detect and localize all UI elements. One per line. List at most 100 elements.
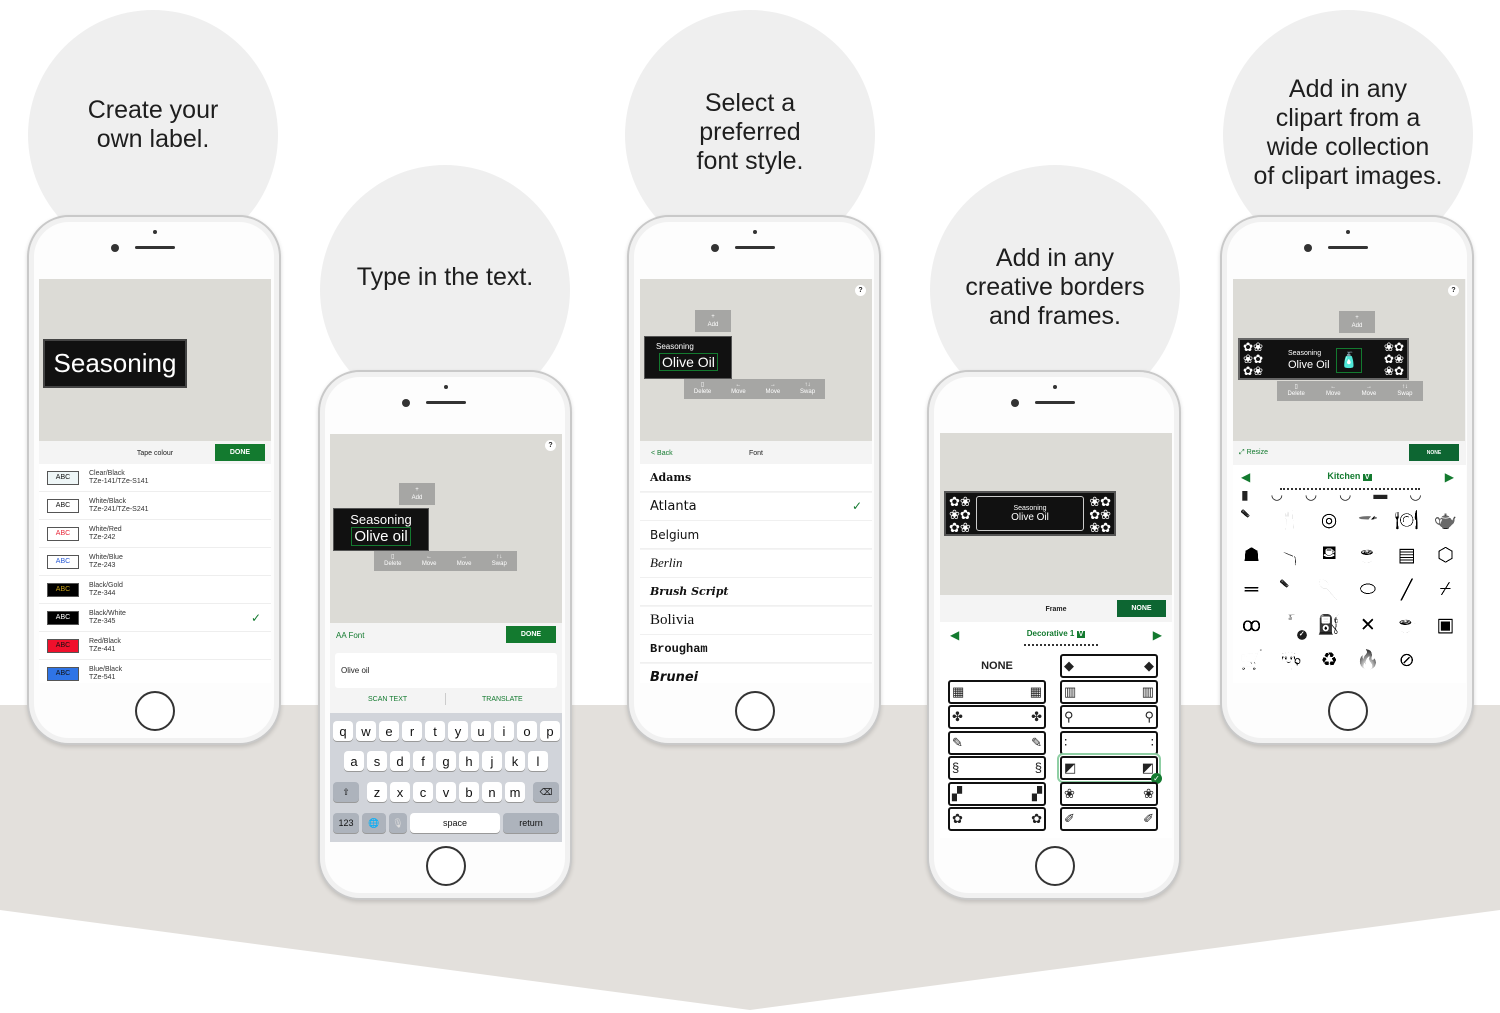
font-option[interactable]: Atlanta ✓ — [640, 492, 872, 521]
chopsticks-icon[interactable]: ═ — [1233, 573, 1271, 608]
swap-button[interactable]: ↑↓ Swap — [1397, 384, 1412, 398]
move-right-button[interactable]: → Move — [457, 554, 472, 568]
key-a[interactable]: a — [344, 751, 364, 771]
move-left-button[interactable]: ← Move — [1326, 384, 1341, 398]
key-e[interactable]: e — [379, 721, 399, 741]
home-button[interactable] — [1035, 846, 1075, 886]
font-option[interactable]: Belgium — [640, 521, 872, 549]
hot-cup-icon[interactable]: ☕ — [1388, 608, 1427, 643]
mug-icon[interactable]: ▣ — [1427, 608, 1465, 643]
frame-option[interactable]: ✐ ✐ — [1060, 807, 1158, 831]
key-w[interactable]: w — [356, 721, 376, 741]
tape-option[interactable]: ABC Clear/Black TZe-141/TZe-S141 — [39, 464, 271, 492]
globe-key[interactable]: 🌐 — [362, 813, 386, 833]
cart-icon[interactable]: 🛒 — [1233, 643, 1271, 678]
key-q[interactable]: q — [333, 721, 353, 741]
home-button[interactable] — [135, 691, 175, 731]
recycle-icon[interactable]: ♻ — [1310, 643, 1349, 678]
key-r[interactable]: r — [402, 721, 422, 741]
key-l[interactable]: l — [528, 751, 548, 771]
bottles-icon[interactable]: 🧴 ✓ — [1271, 608, 1310, 643]
measuring-cup-icon[interactable]: ⛽ — [1310, 608, 1349, 643]
box-icon[interactable]: ⬡ — [1427, 538, 1465, 573]
key-x[interactable]: x — [390, 782, 410, 802]
add-button[interactable]: + Add — [695, 310, 731, 332]
key-s[interactable]: s — [367, 751, 387, 771]
label-preview[interactable]: Seasoning — [43, 339, 187, 388]
tape-option[interactable]: ABC Red/Black TZe-441 — [39, 632, 271, 660]
frame-option[interactable]: § § — [948, 756, 1046, 780]
frame-option[interactable]: ✤ ✤ — [948, 705, 1046, 729]
key-h[interactable]: h — [459, 751, 479, 771]
move-right-button[interactable]: → Move — [766, 382, 781, 396]
delete-button[interactable]: ▯ Delete — [1288, 384, 1305, 398]
add-button[interactable]: + Add — [399, 483, 435, 505]
help-button[interactable]: ? — [1448, 285, 1459, 296]
frame-option[interactable]: ▞ ▞ — [948, 781, 1046, 806]
spatula-knife-icon[interactable]: ╱ — [1388, 573, 1427, 608]
frame-option[interactable]: ⚲ ⚲ — [1060, 705, 1158, 729]
font-option[interactable]: Bolivia — [640, 606, 872, 635]
label-preview[interactable]: Seasoning Olive Oil — [644, 336, 732, 379]
pitcher-icon[interactable]: 🫗 — [1271, 538, 1310, 573]
frame-option[interactable]: ▦ ▦ — [948, 679, 1046, 704]
tape-option[interactable]: ABC Blue/Black TZe-541 — [39, 660, 271, 683]
tape-option[interactable]: ABC White/Blue TZe-243 — [39, 548, 271, 576]
key-m[interactable]: m — [505, 782, 525, 802]
resize-button[interactable]: ⤢ Resize — [1239, 449, 1268, 457]
whisk-bowl-icon[interactable]: 🥣 — [1349, 503, 1388, 538]
key-u[interactable]: u — [471, 721, 491, 741]
tape-option[interactable]: ABC Black/Gold TZe-344 — [39, 576, 271, 604]
swap-button[interactable]: ↑↓ Swap — [492, 554, 507, 568]
teapot-solid-icon[interactable]: ☗ — [1233, 538, 1271, 573]
teacup-icon[interactable]: ☕ — [1349, 538, 1388, 573]
plates-icon[interactable]: ◎ — [1310, 503, 1349, 538]
shift-key[interactable]: ⇧ — [333, 782, 359, 802]
label-line-2[interactable]: Olive oil — [351, 527, 411, 546]
font-option[interactable]: Brougham — [640, 635, 872, 663]
help-button[interactable]: ? — [855, 285, 866, 296]
label-line-2[interactable]: Olive Oil — [659, 353, 718, 371]
move-left-button[interactable]: ← Move — [731, 382, 746, 396]
key-i[interactable]: i — [494, 721, 514, 741]
frame-none-option[interactable]: NONE — [948, 660, 1046, 672]
key-c[interactable]: c — [413, 782, 433, 802]
place-setting-icon[interactable]: 🍽 — [1388, 503, 1427, 538]
key-f[interactable]: f — [413, 751, 433, 771]
chef-hat-icon[interactable]: 👨‍🍳 — [1271, 643, 1310, 678]
dish-icon[interactable]: ⬭ — [1349, 573, 1388, 608]
ladle-icon[interactable]: 🥄 — [1310, 573, 1349, 608]
key-t[interactable]: t — [425, 721, 445, 741]
flame-icon[interactable]: 🔥 — [1349, 643, 1388, 678]
key-z[interactable]: z — [367, 782, 387, 802]
frame-option[interactable]: ✿ ✿ — [948, 807, 1046, 831]
delete-button[interactable]: ▯ Delete — [694, 382, 711, 396]
steamer-icon[interactable]: ▤ — [1388, 538, 1427, 573]
kettle-icon[interactable]: ⛾ — [1310, 538, 1349, 573]
spatula-icon[interactable]: ⌿ — [1427, 573, 1465, 608]
font-option[interactable]: Brunei — [640, 663, 872, 683]
knife-icon[interactable]: 🔪 — [1233, 503, 1271, 538]
measuring-spoons-icon[interactable]: ꝏ — [1233, 608, 1271, 643]
font-button[interactable]: AA Font — [336, 631, 364, 640]
frame-option[interactable]: ✎ ✎ — [948, 730, 1046, 755]
no-fire-icon[interactable]: ⊘ — [1388, 643, 1427, 678]
frame-option[interactable]: ▥ ▥ — [1060, 679, 1158, 704]
move-left-button[interactable]: ← Move — [422, 554, 437, 568]
move-right-button[interactable]: → Move — [1362, 384, 1377, 398]
key-b[interactable]: b — [459, 782, 479, 802]
font-option[interactable]: Adams — [640, 464, 872, 492]
key-y[interactable]: y — [448, 721, 468, 741]
label-preview[interactable]: Seasoning Olive oil — [333, 508, 429, 551]
back-button[interactable]: < Back — [651, 450, 673, 457]
key-j[interactable]: j — [482, 751, 502, 771]
home-button[interactable] — [735, 691, 775, 731]
font-option[interactable]: Brush Script — [640, 578, 872, 606]
add-button[interactable]: + Add — [1339, 311, 1375, 333]
tape-option[interactable]: ABC White/Red TZe-242 — [39, 520, 271, 548]
tape-option[interactable]: ABC White/Black TZe-241/TZe-S241 — [39, 492, 271, 520]
home-button[interactable] — [426, 846, 466, 886]
key-p[interactable]: p — [540, 721, 560, 741]
bottles-clipart-icon[interactable]: 🧴 — [1336, 348, 1362, 373]
frame-option[interactable]: ◆ ◆ — [1060, 654, 1158, 678]
